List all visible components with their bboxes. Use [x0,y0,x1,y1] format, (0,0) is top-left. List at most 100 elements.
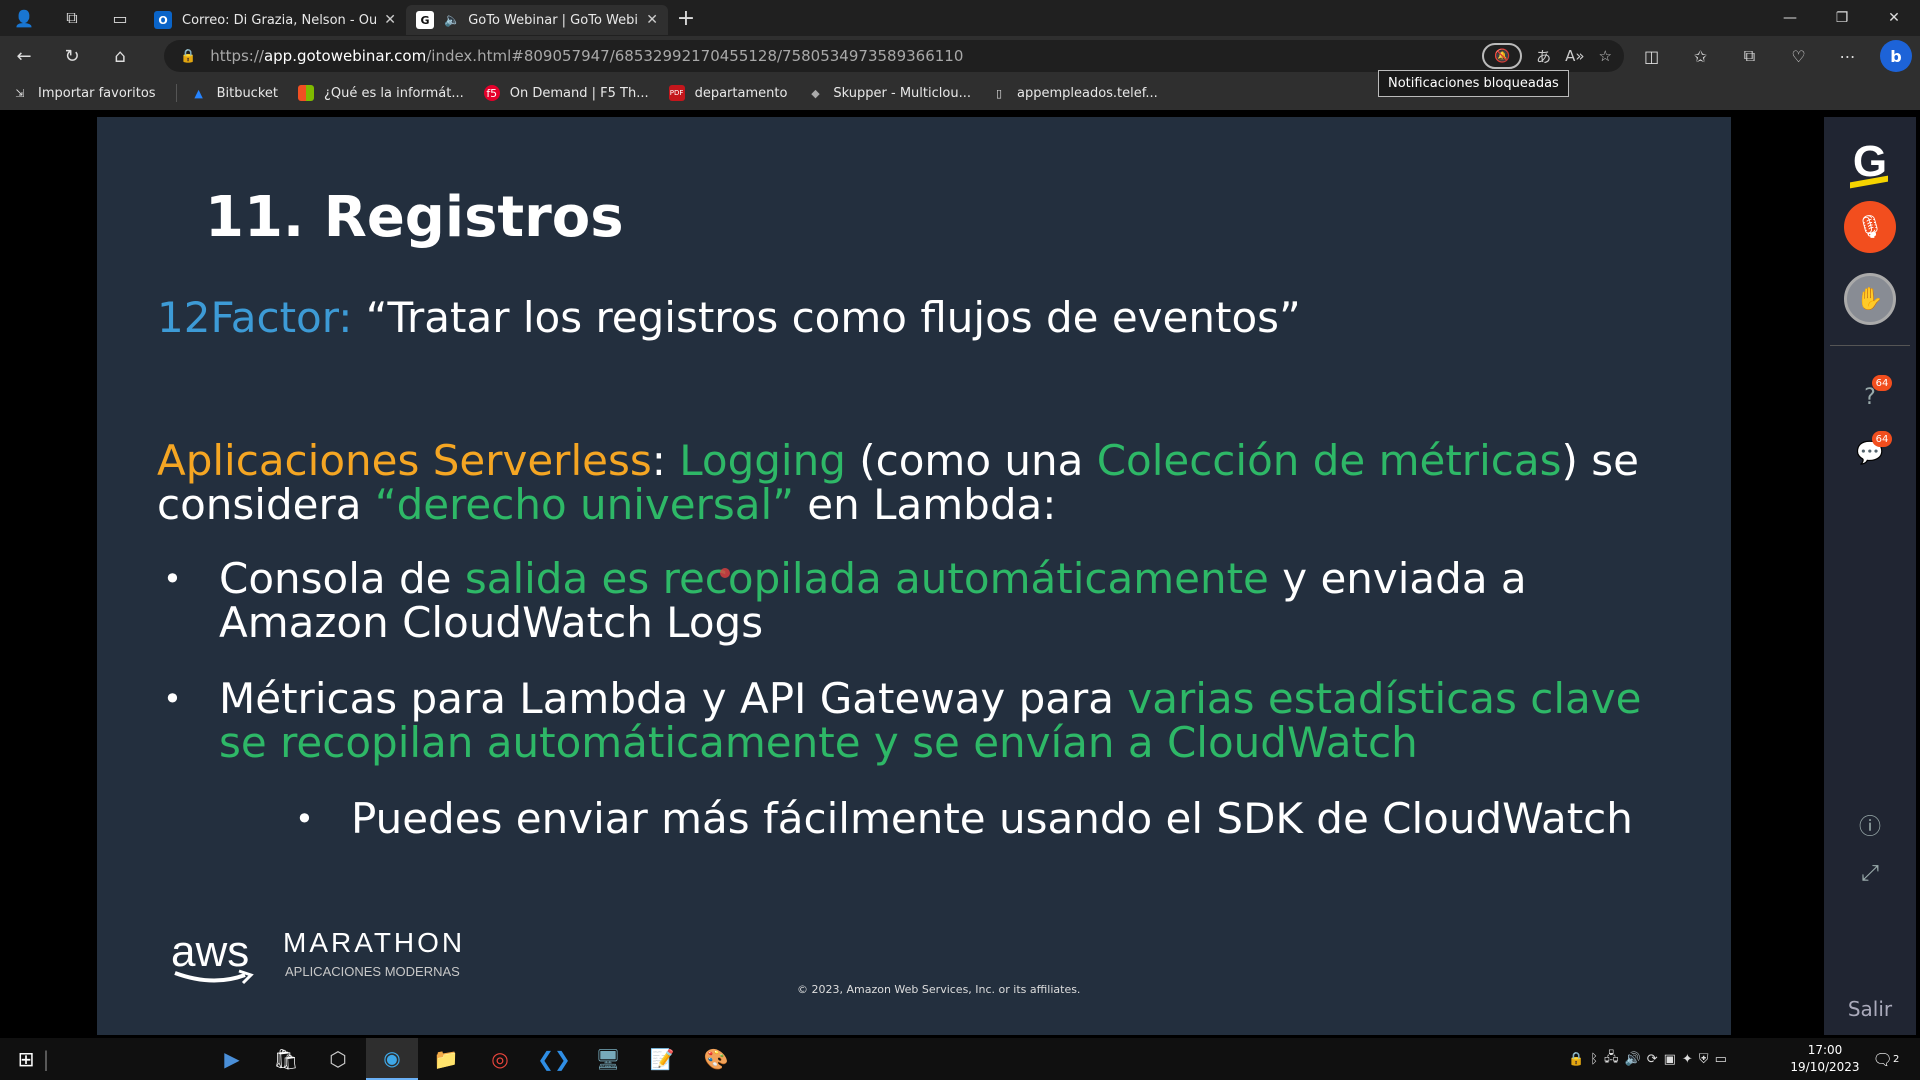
lock-icon[interactable]: 🔒 [180,49,196,64]
clock-date: 19/10/2023 [1790,1060,1860,1074]
bitbucket-icon: ▲ [194,86,203,100]
battery-icon[interactable]: ▭ [1715,1052,1727,1067]
side-divider [1830,345,1910,346]
import-icon: ⇲ [15,86,25,100]
edge-icon[interactable]: ◉ [366,1038,418,1080]
slide-copyright: © 2023, Amazon Web Services, Inc. or its… [797,983,1081,996]
powershell-icon[interactable]: ▶ [206,1038,258,1080]
address-bar-icons: 🔕 あ A» ☆ [1482,40,1612,72]
browser-titlebar: 👤 ⧉ ▭ O Correo: Di Grazia, Nelson - Outl… [0,0,1920,36]
search-divider: | [42,1047,50,1071]
favorites-icon[interactable]: ✩ [1676,36,1725,76]
aws-smile-icon [174,969,254,985]
bookmark-appempleados[interactable]: ▯ appempleados.telef... [991,85,1158,101]
system-tray: 🔒 ᛒ 🖧 🔊 ⟳ ▣ ✦ ⛨ ▭ [1568,1038,1727,1080]
slide-subtitle: 12Factor: “Tratar los registros como flu… [157,293,1301,342]
windows-taskbar: ⊞ | ▶ 🛍 ⬡ ◉ 📁 ◎ ❮❯ 🖥 📝 🎨 🔒 ᛒ 🖧 🔊 ⟳ ▣ ✦ ⛨… [0,1038,1920,1080]
store-icon[interactable]: 🛍 [260,1038,312,1080]
home-icon[interactable]: ⌂ [96,36,144,76]
microphone-muted-button[interactable]: 🎙 [1844,201,1896,253]
questions-badge: 64 [1872,375,1892,391]
sync-icon[interactable]: ⟳ [1647,1052,1658,1067]
slide-title: 11. Registros [205,185,624,250]
new-tab-button[interactable]: + [668,6,704,31]
tab-title: GoTo Webinar | GoTo Webin [468,12,639,28]
remote-desktop-icon[interactable]: 🖥 [582,1038,634,1080]
screen: 👤 ⧉ ▭ O Correo: Di Grazia, Nelson - Outl… [0,0,1920,1080]
close-tab-icon[interactable]: ✕ [384,12,396,28]
close-window-icon[interactable]: ✕ [1868,0,1920,36]
minimize-icon[interactable]: — [1764,0,1816,36]
raise-hand-button[interactable]: ✋ [1844,273,1896,325]
info-icon[interactable]: ⓘ [1854,809,1886,841]
presentation-slide: 11. Registros 12Factor: “Tratar los regi… [97,117,1731,1035]
browser-navbar: ← ↻ ⌂ 🔒 https://app.gotowebinar.com/inde… [0,36,1920,76]
more-menu-icon[interactable]: ⋯ [1823,36,1872,76]
bookmark-que-es[interactable]: ¿Qué es la informát... [298,85,464,101]
chrome-icon[interactable]: ◎ [474,1038,526,1080]
close-tab-icon[interactable]: ✕ [646,12,658,28]
slide-paragraph: Aplicaciones Serverless: Logging (como u… [157,436,1639,529]
screen-icon[interactable]: ▣ [1664,1052,1676,1067]
notification-count: 2 [1892,1053,1900,1065]
back-icon[interactable]: ← [0,36,48,76]
tab-outlook[interactable]: O Correo: Di Grazia, Nelson - Outlo ✕ [144,5,406,35]
collections-icon[interactable]: ⧉ [1725,36,1774,76]
translate-icon[interactable]: あ [1536,46,1551,67]
defender-icon[interactable]: ⛨ [1699,1052,1709,1067]
bookmark-importar[interactable]: ⇲ Importar favoritos [12,85,155,101]
laser-pointer [720,568,730,578]
notifications-tooltip: Notificaciones bloqueadas [1378,70,1569,97]
slide-bullet: • Consola de salida es recopilada automát… [163,554,1527,647]
clock-time: 17:00 [1807,1043,1843,1057]
fullscreen-icon[interactable]: ⤢ [1854,857,1886,889]
webinar-viewer: 11. Registros 12Factor: “Tratar los regi… [0,110,1920,1038]
bookmark-bitbucket[interactable]: ▲ Bitbucket [191,85,278,101]
vertical-tabs-icon[interactable]: ▭ [96,0,144,36]
marathon-subtitle: APLICACIONES MODERNAS [285,964,460,979]
taskbar-clock[interactable]: 17:00 19/10/2023 [1790,1042,1860,1076]
bookmark-departamento[interactable]: PDF departamento [668,85,787,101]
network-icon[interactable]: 🖧 [1604,1048,1619,1070]
exit-button[interactable]: Salir [1824,997,1916,1021]
paint-icon[interactable]: 🎨 [690,1038,742,1080]
skupper-icon: ◆ [811,86,820,100]
notifications-blocked-icon[interactable]: 🔕 [1482,43,1523,69]
notification-center-icon[interactable]: 🗨 2 [1872,1046,1900,1072]
vscode-icon[interactable]: ❮❯ [528,1038,580,1080]
slide-sub-bullet: • Puedes enviar más fácilmente usando el … [295,794,1633,843]
tab-gotowebinar[interactable]: G 🔈 GoTo Webinar | GoTo Webin ✕ [406,5,668,35]
outlook-icon: O [154,11,172,29]
bluetooth-icon[interactable]: ᛒ [1590,1052,1598,1067]
toolbar-icons: ◫ ✩ ⧉ ♡ ⋯ b [1627,36,1920,76]
volume-icon[interactable]: 🔊 [1625,1052,1641,1067]
read-aloud-icon[interactable]: A» [1565,47,1584,65]
workspaces-icon[interactable]: ⧉ [48,0,96,36]
window-controls: — ❐ ✕ [1764,0,1920,36]
refresh-icon[interactable]: ↻ [48,36,96,76]
speaker-icon[interactable]: 🔈 [444,13,460,28]
teams-icon[interactable]: ✦ [1682,1052,1693,1067]
pdf-icon: PDF [668,85,685,101]
goto-side-panel: G 🎙 ✋ ? 64 💬 64 ⓘ ⤢ Salir [1824,117,1916,1035]
url-text[interactable]: https://app.gotowebinar.com/index.html#8… [210,47,963,65]
address-bar[interactable]: 🔒 https://app.gotowebinar.com/index.html… [164,40,1624,72]
tab-title: Correo: Di Grazia, Nelson - Outlo [182,12,377,28]
slide-bullet: • Métricas para Lambda y API Gateway para… [163,674,1642,767]
browser-essentials-icon[interactable]: ♡ [1774,36,1823,76]
page-icon: ▯ [995,86,1003,100]
f5-icon: f5 [483,85,500,101]
file-explorer-icon[interactable]: 📁 [420,1038,472,1080]
bookmark-skupper[interactable]: ◆ Skupper - Multiclou... [807,85,971,101]
bookmark-f5[interactable]: f5 On Demand | F5 Th... [483,85,649,101]
restore-icon[interactable]: ❐ [1816,0,1868,36]
lock-tray-icon[interactable]: 🔒 [1568,1052,1584,1067]
split-screen-icon[interactable]: ◫ [1627,36,1676,76]
notepad-icon[interactable]: 📝 [636,1038,688,1080]
bing-copilot-icon[interactable]: b [1880,40,1912,72]
favorite-star-icon[interactable]: ☆ [1599,47,1612,65]
profile-avatar[interactable]: 👤 [0,0,48,36]
goto-icon: G [416,11,434,29]
microsoft-icon [298,85,314,101]
virtualbox-icon[interactable]: ⬡ [312,1038,364,1080]
